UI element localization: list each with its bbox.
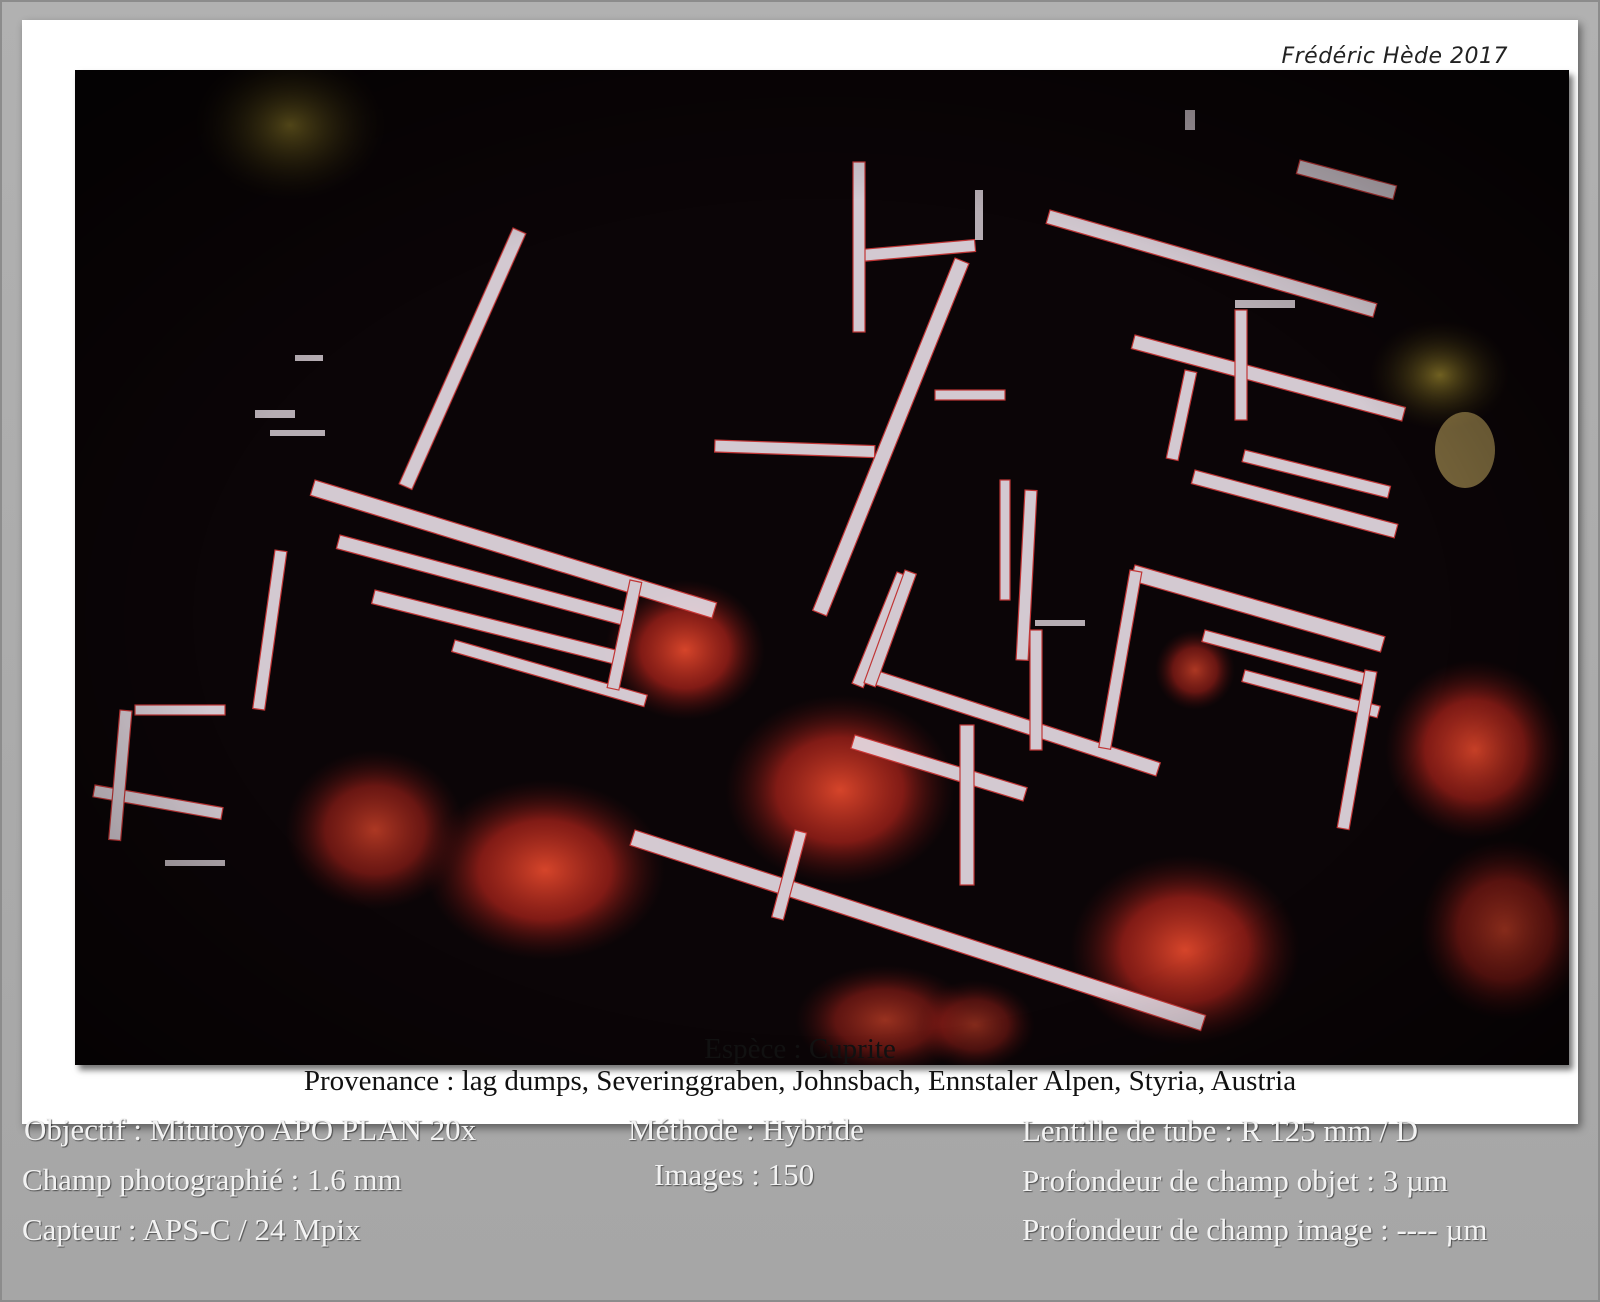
method-spec: Méthode : Hybride: [628, 1112, 864, 1147]
object-dof-spec: Profondeur de champ objet : 3 µm: [1022, 1163, 1448, 1198]
tube-lens-spec: Lentille de tube : R 125 mm / D: [1022, 1113, 1419, 1148]
microphotograph: [75, 70, 1569, 1065]
objective-spec: Objectif : Mitutoyo APO PLAN 20x: [24, 1112, 477, 1147]
species-caption: Espèce : Cuprite: [704, 1033, 896, 1065]
sensor-spec: Capteur : APS-C / 24 Mpix: [22, 1212, 361, 1247]
photographer-signature: Frédéric Hède 2017: [1281, 44, 1508, 69]
image-dof-spec: Profondeur de champ image : ---- µm: [1022, 1212, 1488, 1247]
images-spec: Images : 150: [654, 1157, 815, 1192]
photo-card: Frédéric Hède 2017 Espèce: Cuprite Prov…: [22, 20, 1578, 1124]
crystal-photo: [75, 70, 1569, 1065]
origin-caption: Provenance : lag dumps, Severinggraben, …: [303, 1065, 1297, 1097]
field-spec: Champ photographié : 1.6 mm: [22, 1162, 402, 1197]
